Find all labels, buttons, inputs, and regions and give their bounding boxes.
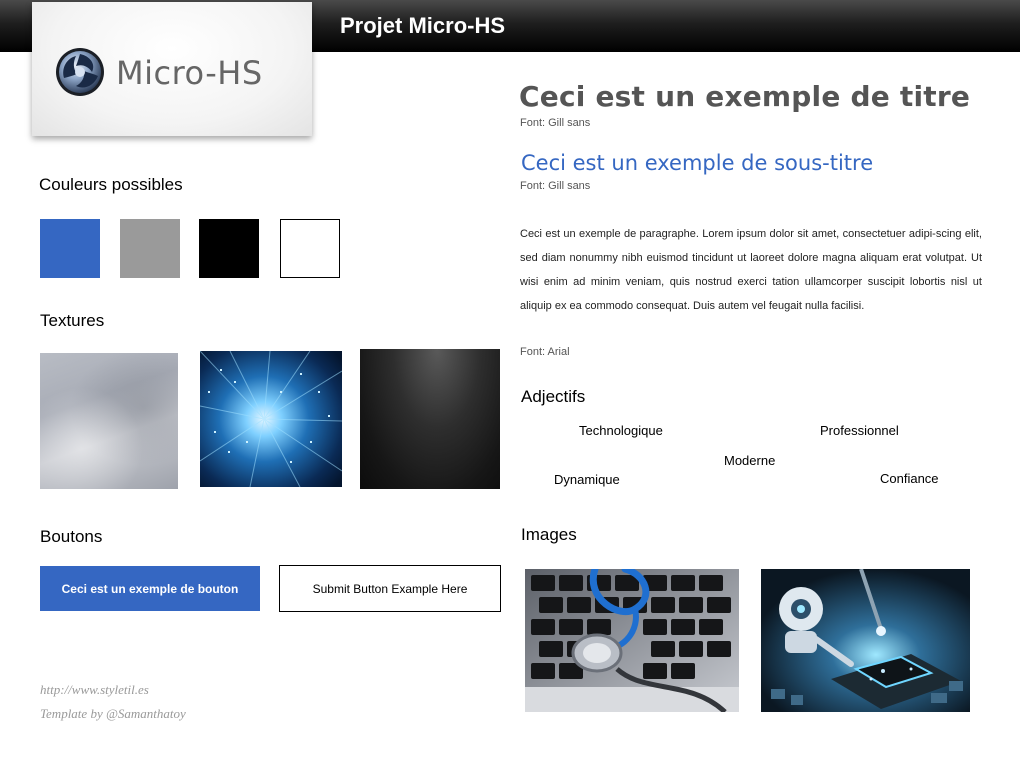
textures-heading: Textures <box>40 311 105 330</box>
texture-brushed-metal <box>40 353 178 489</box>
logo-card: Micro-HS <box>32 2 312 136</box>
adjective-word: Technologique <box>579 423 663 438</box>
credit-url[interactable]: http://www.styletil.es <box>40 682 149 698</box>
texture-digital-tunnel <box>200 351 342 487</box>
primary-example-button[interactable]: Ceci est un exemple de bouton <box>40 566 260 611</box>
digital-tunnel-graphic <box>200 351 342 487</box>
colors-heading: Couleurs possibles <box>39 175 183 194</box>
adjective-word: Confiance <box>880 471 939 486</box>
photo-laptop-stethoscope <box>525 569 739 712</box>
logo-icon <box>56 48 104 96</box>
example-paragraph: Ceci est un exemple de paragraphe. Lorem… <box>520 228 982 312</box>
project-title: Projet Micro-HS <box>340 13 506 38</box>
color-swatch-gray <box>120 219 180 278</box>
color-swatch-white <box>280 219 340 278</box>
buttons-heading: Boutons <box>40 527 103 546</box>
credit-template: Template by @Samanthatoy <box>40 706 186 721</box>
robot-chip-graphic <box>761 569 970 712</box>
adjective-word: Professionnel <box>820 423 899 438</box>
submit-example-button[interactable]: Submit Button Example Here <box>279 565 501 612</box>
color-swatch-black <box>199 219 259 278</box>
paragraph-font-note: Font: Arial <box>520 346 570 358</box>
logo-text: Micro-HS <box>116 54 263 92</box>
example-subtitle: Ceci est un exemple de sous-titre <box>521 151 874 175</box>
title-font-note: Font: Gill sans <box>520 117 591 129</box>
subtitle-font-note: Font: Gill sans <box>520 180 591 192</box>
adjectives-heading: Adjectifs <box>521 387 586 406</box>
laptop-stethoscope-graphic <box>525 569 739 712</box>
texture-dark-gradient <box>360 349 500 489</box>
adjective-word: Moderne <box>724 453 776 468</box>
photo-robot-chip <box>761 569 970 712</box>
example-title: Ceci est un exemple de titre <box>519 80 971 113</box>
adjective-word: Dynamique <box>554 472 620 487</box>
color-swatch-blue <box>40 219 100 278</box>
images-heading: Images <box>521 525 577 544</box>
